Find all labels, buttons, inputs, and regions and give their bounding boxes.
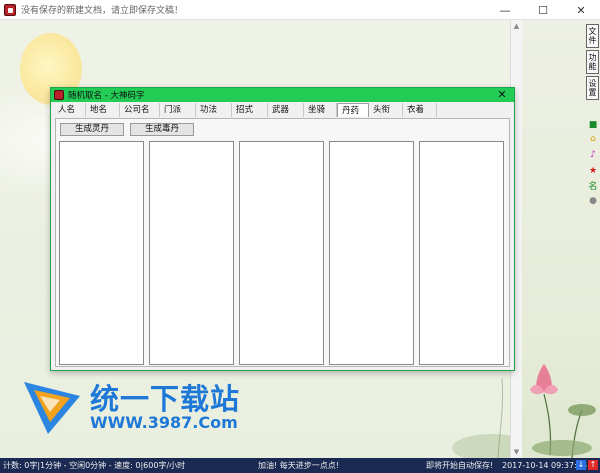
scroll-up-icon[interactable]: ▲ <box>511 20 522 32</box>
tab-pill[interactable]: 丹药 <box>337 103 369 117</box>
dialog-app-icon <box>54 90 64 100</box>
tab-weapon[interactable]: 武器 <box>268 103 304 117</box>
result-list-5[interactable] <box>419 141 504 365</box>
watermark-url: WWW.3987.Com <box>90 413 238 432</box>
music-icon[interactable]: ♪ <box>588 150 598 160</box>
result-list-4[interactable] <box>329 141 414 365</box>
tab-title[interactable]: 头衔 <box>369 103 403 117</box>
tab-sect[interactable]: 门派 <box>160 103 196 117</box>
result-list-2[interactable] <box>149 141 234 365</box>
tab-clothing[interactable]: 衣着 <box>403 103 437 117</box>
random-name-dialog: 随机取名 - 大神码字 ✕ 人名 地名 公司名 门派 功法 招式 武器 坐骑 丹… <box>50 87 515 371</box>
motto-text: 加油! 每天进步一点点! <box>258 461 339 470</box>
window-titlebar: 没有保存的新建文档，请立即保存文稿！ — ☐ ✕ <box>0 0 600 20</box>
dialog-title: 随机取名 - 大神码字 <box>68 91 145 101</box>
word-count-status: 计数: 0字|1分钟 - 空闲0分钟 - 速度: 0|600字/小时 <box>3 461 186 470</box>
result-list-3[interactable] <box>239 141 324 365</box>
tab-place-name[interactable]: 地名 <box>86 103 120 117</box>
name-category-tabs: 人名 地名 公司名 门派 功法 招式 武器 坐骑 丹药 头衔 衣着 <box>54 103 437 117</box>
app-icon <box>4 3 16 16</box>
dialog-titlebar: 随机取名 - 大神码字 ✕ <box>51 88 514 102</box>
lock-icon[interactable]: ⌂ <box>588 134 598 144</box>
tab-technique[interactable]: 功法 <box>196 103 232 117</box>
scroll-down-icon[interactable]: ▼ <box>511 446 522 458</box>
tab-function[interactable]: 功能 <box>586 50 599 74</box>
autosave-status: 即将开始自动保存! <box>426 461 494 470</box>
window-controls: — ☐ ✕ <box>486 0 600 20</box>
up-arrow-icon[interactable]: ↑ <box>588 460 598 470</box>
tab-file[interactable]: 文件 <box>586 24 599 48</box>
window-title: 没有保存的新建文档，请立即保存文稿！ <box>21 6 184 16</box>
close-button[interactable]: ✕ <box>562 0 600 20</box>
tab-moves[interactable]: 招式 <box>232 103 268 117</box>
name-icon[interactable]: 名 <box>588 182 598 192</box>
maximize-button[interactable]: ☐ <box>524 0 562 20</box>
tab-settings[interactable]: 设置 <box>586 76 599 100</box>
pill-panel: 生成灵丹 生成毒丹 <box>55 118 510 367</box>
lotus-flower-decoration <box>530 364 596 458</box>
generate-poison-pill-button[interactable]: 生成毒丹 <box>130 123 194 136</box>
save-icon[interactable]: ■ <box>588 120 598 130</box>
down-arrow-icon[interactable]: ↓ <box>576 460 586 470</box>
watermark-text: 统一下载站 <box>90 382 241 416</box>
datetime-status: 2017-10-14 09:37:26 <box>502 461 587 470</box>
tab-person-name[interactable]: 人名 <box>54 103 86 117</box>
dialog-close-button[interactable]: ✕ <box>496 88 508 102</box>
star-icon[interactable]: ★ <box>588 166 598 176</box>
generate-spirit-pill-button[interactable]: 生成灵丹 <box>60 123 124 136</box>
pin-icon[interactable]: ● <box>588 196 598 206</box>
tab-company-name[interactable]: 公司名 <box>120 103 160 117</box>
statusbar-icons: ↓ ↑ <box>576 460 598 470</box>
statusbar: 计数: 0字|1分钟 - 空闲0分钟 - 速度: 0|600字/小时 加油! 每… <box>0 458 600 473</box>
result-list-1[interactable] <box>59 141 144 365</box>
tab-mount[interactable]: 坐骑 <box>304 103 337 117</box>
minimize-button[interactable]: — <box>486 0 524 20</box>
